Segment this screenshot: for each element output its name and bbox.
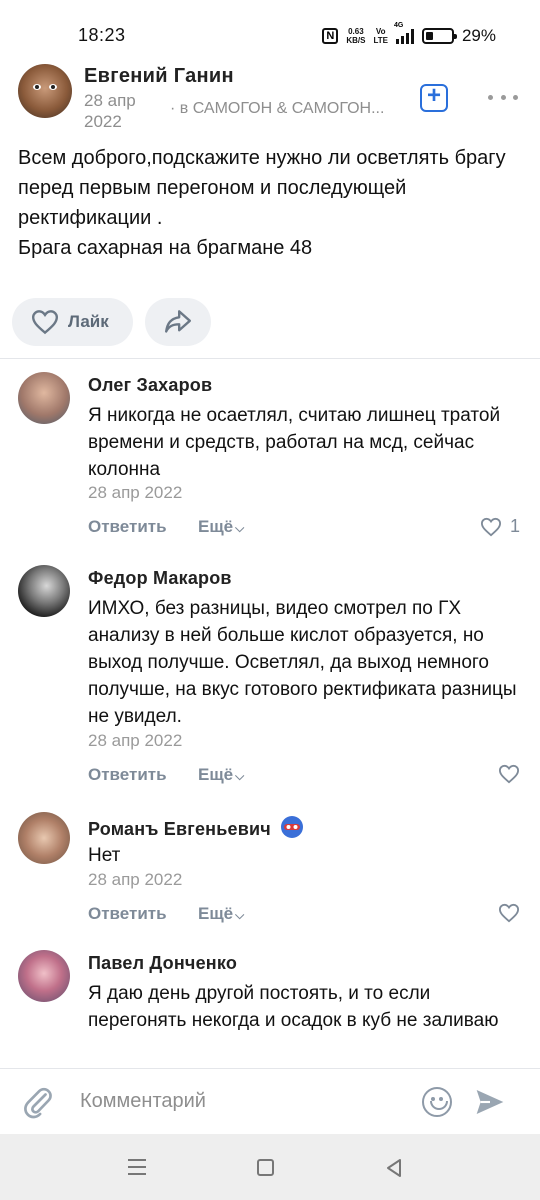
more-label: Ещё — [198, 765, 234, 784]
comment-text: Я никогда не осаетлял, считаю лишнец тра… — [88, 405, 501, 480]
like-button[interactable]: Лайк — [12, 298, 133, 346]
comment-item: Олег Захаров Я никогда не осаетлял, счит… — [0, 362, 540, 547]
post-author-avatar[interactable] — [18, 64, 72, 118]
reply-button[interactable]: Ответить — [88, 904, 167, 924]
comment-text: Я даю день другой постоять, и то если пе… — [88, 983, 499, 1031]
comment-author[interactable]: Олег Захаров — [88, 375, 212, 396]
network-type: 4G — [393, 22, 404, 29]
comment-like-button[interactable]: 1 — [480, 516, 520, 537]
more-label: Ещё — [198, 904, 234, 923]
comment-input-bar: Комментарий — [0, 1068, 540, 1134]
more-label: Ещё — [198, 517, 234, 536]
plus-square-icon[interactable]: + — [420, 84, 448, 112]
system-nav-bar — [0, 1134, 540, 1200]
battery-icon — [421, 28, 457, 44]
chevron-down-icon: ⌵ — [235, 908, 245, 922]
post-header: Евгений Ганин 28 апр 2022 · в САМОГОН & … — [0, 60, 540, 140]
comment-like-button[interactable] — [498, 764, 520, 784]
more-button[interactable]: Ещё ⌵ — [198, 517, 244, 537]
more-button[interactable]: Ещё ⌵ — [198, 904, 244, 924]
chevron-down-icon: ⌵ — [235, 769, 245, 783]
comment-author[interactable]: Романъ Евгеньевич — [88, 815, 304, 840]
comment-date: 28 апр 2022 — [88, 731, 183, 750]
volte-icon: Vo LTE — [373, 27, 388, 45]
nfc-icon: N — [322, 28, 339, 44]
more-button[interactable]: Ещё ⌵ — [198, 765, 244, 785]
menu-icon[interactable] — [128, 1159, 146, 1175]
volte-top: Vo — [375, 27, 386, 36]
chevron-down-icon: ⌵ — [235, 521, 245, 535]
reply-button[interactable]: Ответить — [88, 517, 167, 537]
comment-avatar[interactable] — [18, 950, 70, 1002]
comment-author-name: Романъ Евгеньевич — [88, 819, 271, 839]
divider — [0, 358, 540, 359]
signal-icon: 4G — [394, 22, 414, 44]
like-count: 1 — [509, 516, 520, 536]
post-text: Всем доброго,подскажите нужно ли осветля… — [18, 147, 506, 259]
share-button[interactable] — [145, 298, 211, 346]
post-author-name[interactable]: Евгений Ганин — [84, 65, 234, 88]
comment-text: Нет — [88, 845, 121, 866]
more-horizontal-icon[interactable] — [488, 84, 518, 110]
comment-input[interactable]: Комментарий — [80, 1090, 206, 1113]
comment-like-button[interactable] — [498, 903, 520, 923]
back-icon[interactable] — [384, 1158, 404, 1178]
like-label: Лайк — [68, 312, 109, 331]
volte-bottom: LTE — [373, 36, 388, 45]
comment-item: Федор Макаров ИМХО, без разницы, видео с… — [0, 555, 540, 795]
battery-fill — [425, 32, 433, 40]
comment-text: ИМХО, без разницы, видео смотрел по ГХ а… — [88, 598, 517, 727]
home-icon[interactable] — [257, 1159, 274, 1176]
network-speed: 0.63 KB/S — [346, 27, 365, 45]
status-icons: N 0.63 KB/S Vo LTE 4G 29% — [322, 22, 496, 50]
comment-avatar[interactable] — [18, 812, 70, 864]
paperclip-icon[interactable] — [20, 1084, 56, 1120]
comment-author[interactable]: Павел Донченко — [88, 953, 237, 974]
comment-avatar[interactable] — [18, 565, 70, 617]
heart-icon — [480, 517, 501, 536]
heart-icon — [498, 903, 520, 923]
comment-item: Павел Донченко Я даю день другой постоят… — [0, 940, 540, 1068]
post-group-link[interactable]: · в САМОГОН & САМОГОН... — [170, 100, 384, 118]
reply-button[interactable]: Ответить — [88, 765, 167, 785]
comment-date: 28 апр 2022 — [88, 483, 183, 502]
comment-item: Романъ Евгеньевич Нет 28 апр 2022 Ответи… — [0, 802, 540, 932]
comment-avatar[interactable] — [18, 372, 70, 424]
share-icon — [165, 310, 191, 333]
speed-unit: KB/S — [346, 36, 366, 45]
post-date: 28 апр 2022 — [84, 91, 136, 131]
send-icon[interactable] — [474, 1087, 506, 1117]
comment-author[interactable]: Федор Макаров — [88, 568, 232, 589]
heart-icon — [498, 764, 520, 784]
comment-date: 28 апр 2022 — [88, 870, 183, 889]
smile-icon[interactable] — [422, 1087, 452, 1117]
avatar-emoji-icon — [281, 816, 304, 838]
heart-icon — [31, 310, 59, 335]
battery-percent: 29% — [461, 26, 496, 45]
status-time: 18:23 — [78, 25, 126, 45]
speed-value: 0.63 — [348, 27, 364, 36]
post-actions: Лайк — [0, 298, 540, 348]
